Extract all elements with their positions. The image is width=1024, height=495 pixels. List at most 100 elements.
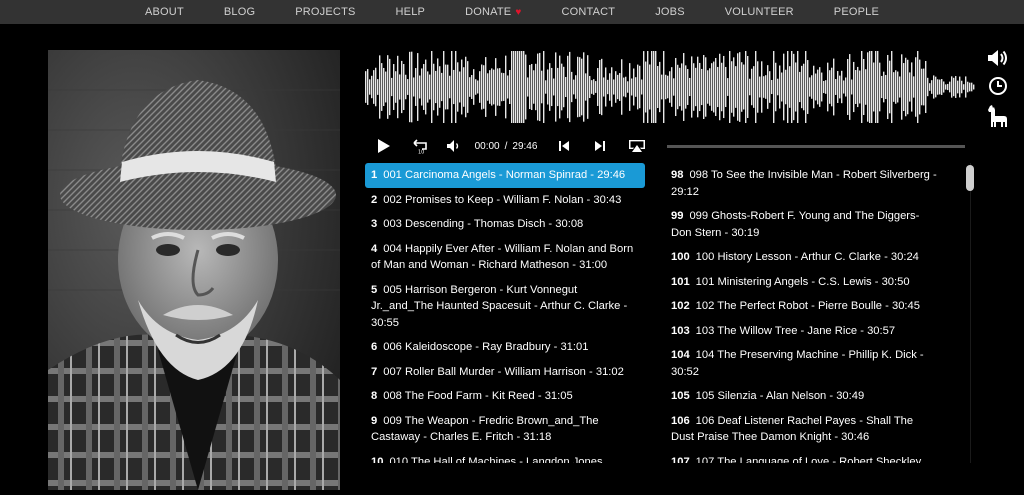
waveform-bar [645,61,647,113]
playlist-track[interactable]: 103 103 The Willow Tree - Jane Rice - 30:… [665,319,945,344]
playlist-track[interactable]: 3 003 Descending - Thomas Disch - 30:08 [365,212,645,237]
waveform-bar [961,80,963,94]
track-title: 010 The Hall of Machines - Langdon Jones [389,455,603,464]
playlist-track[interactable]: 105 105 Silenzia - Alan Nelson - 30:49 [665,384,945,409]
waveform-bar [767,65,769,109]
waveform-bar [481,64,483,110]
playlist-track[interactable]: 101 101 Ministering Angels - C.S. Lewis -… [665,270,945,295]
nav-help[interactable]: HELP [376,0,446,24]
playlist-track[interactable]: 10 010 The Hall of Machines - Langdon Jon… [365,450,645,464]
nav-contact[interactable]: CONTACT [541,0,635,24]
playlist-column-left: 1 001 Carcinoma Angels - Norman Spinrad -… [365,163,645,463]
waveform-bar [483,65,485,109]
playlist-scrollbar[interactable] [965,163,975,463]
playlist-track[interactable]: 1 001 Carcinoma Angels - Norman Spinrad -… [365,163,645,188]
playlist-track[interactable]: 107 107 The Language of Love - Robert She… [665,450,945,464]
nav-donate[interactable]: DONATE ♥ [445,0,541,24]
nav-volunteer[interactable]: VOLUNTEER [705,0,814,24]
waveform-bar [441,72,443,102]
waveform-bar [425,59,427,115]
audio-waveform[interactable] [365,50,975,125]
track-title: 102 The Perfect Robot - Pierre Boulle - … [695,300,920,312]
waveform-bar [629,63,631,111]
playlist-track[interactable]: 7 007 Roller Ball Murder - William Harris… [365,360,645,385]
playlist-track[interactable]: 5 005 Harrison Bergeron - Kurt Vonnegut J… [365,278,645,336]
llama-icon[interactable] [987,104,1009,128]
playlist-track[interactable]: 100 100 History Lesson - Arthur C. Clarke… [665,245,945,270]
waveform-bar [951,76,953,98]
playlist-track[interactable]: 98 098 To See the Invisible Man - Robert … [665,163,945,204]
waveform-bar [517,51,519,123]
waveform-bar [369,79,371,95]
playlist-track[interactable]: 9 009 The Weapon - Fredric Brown_and_The … [365,409,645,450]
svg-text:10: 10 [418,150,424,155]
waveform-bar [519,51,521,123]
waveform-bar [841,70,843,104]
nav-projects[interactable]: PROJECTS [275,0,375,24]
track-title: 006 Kaleidoscope - Ray Bradbury - 31:01 [383,341,589,353]
waveform-bar [375,67,377,107]
waveform-bar [591,80,593,94]
waveform-bar [833,58,835,116]
volume-icon[interactable] [443,139,465,153]
waveform-bar [403,64,405,110]
waveform-bar [719,53,721,121]
waveform-bar [411,51,413,123]
waveform-bar [705,57,707,117]
waveform-bar [381,63,383,111]
waveform-bar [971,82,973,92]
waveform-bar [795,62,797,112]
waveform-bar [639,65,641,109]
waveform-bar [387,55,389,119]
waveform-bar [789,66,791,108]
track-title: 008 The Food Farm - Kit Reed - 31:05 [383,390,573,402]
previous-track-icon[interactable] [553,140,575,152]
waveform-bar [785,69,787,105]
waveform-bar [491,68,493,106]
waveform-bar [485,57,487,117]
waveform-bar [567,55,569,119]
scrollbar-thumb[interactable] [966,165,974,191]
clock-icon[interactable] [988,76,1008,96]
waveform-bar [457,62,459,112]
playlist[interactable]: 1 001 Carcinoma Angels - Norman Spinrad -… [365,163,965,463]
waveform-bar [899,76,901,98]
track-number: 6 [371,341,378,353]
playlist-track[interactable]: 99 099 Ghosts-Robert F. Young and The Dig… [665,204,945,245]
play-icon[interactable] [373,138,395,154]
nav-about[interactable]: ABOUT [125,0,204,24]
playlist-track[interactable]: 102 102 The Perfect Robot - Pierre Boulle… [665,294,945,319]
waveform-bar [531,63,533,111]
track-title: 107 The Language of Love - Robert Sheckl… [695,455,922,464]
playlist-track[interactable]: 4 004 Happily Ever After - William F. Nol… [365,237,645,278]
track-title: 100 History Lesson - Arthur C. Clarke - … [695,251,919,263]
nav-people[interactable]: PEOPLE [814,0,899,24]
playlist-track[interactable]: 104 104 The Preserving Machine - Phillip … [665,343,945,384]
nav-jobs[interactable]: JOBS [635,0,705,24]
waveform-bar [885,74,887,100]
waveform-bar [887,54,889,120]
waveform-bar [703,54,705,120]
portrait-image [48,50,340,490]
waveform-bar [391,77,393,97]
next-track-icon[interactable] [589,140,611,152]
track-number: 2 [371,193,378,206]
playlist-track[interactable]: 6 006 Kaleidoscope - Ray Bradbury - 31:01 [365,335,645,360]
airplay-icon[interactable] [625,139,649,153]
waveform-bar [385,71,387,103]
volume-icon[interactable] [987,48,1009,68]
replay-10-icon[interactable]: 10 [409,138,431,154]
waveform-bar [713,61,715,113]
nav-blog[interactable]: BLOG [204,0,275,24]
playlist-track[interactable]: 106 106 Deaf Listener Rachel Payes - Shal… [665,409,945,450]
waveform-bar [419,75,421,99]
waveform-bar [749,78,751,96]
waveform-bar [379,55,381,119]
waveform-bar [371,75,373,99]
playlist-track[interactable]: 2 002 Promises to Keep - William F. Nolan… [365,188,645,213]
waveform-bar [527,77,529,97]
playlist-track[interactable]: 8 008 The Food Farm - Kit Reed - 31:05 [365,384,645,409]
progress-bar[interactable] [666,144,966,148]
waveform-bar [923,68,925,106]
waveform-bar [405,74,407,100]
